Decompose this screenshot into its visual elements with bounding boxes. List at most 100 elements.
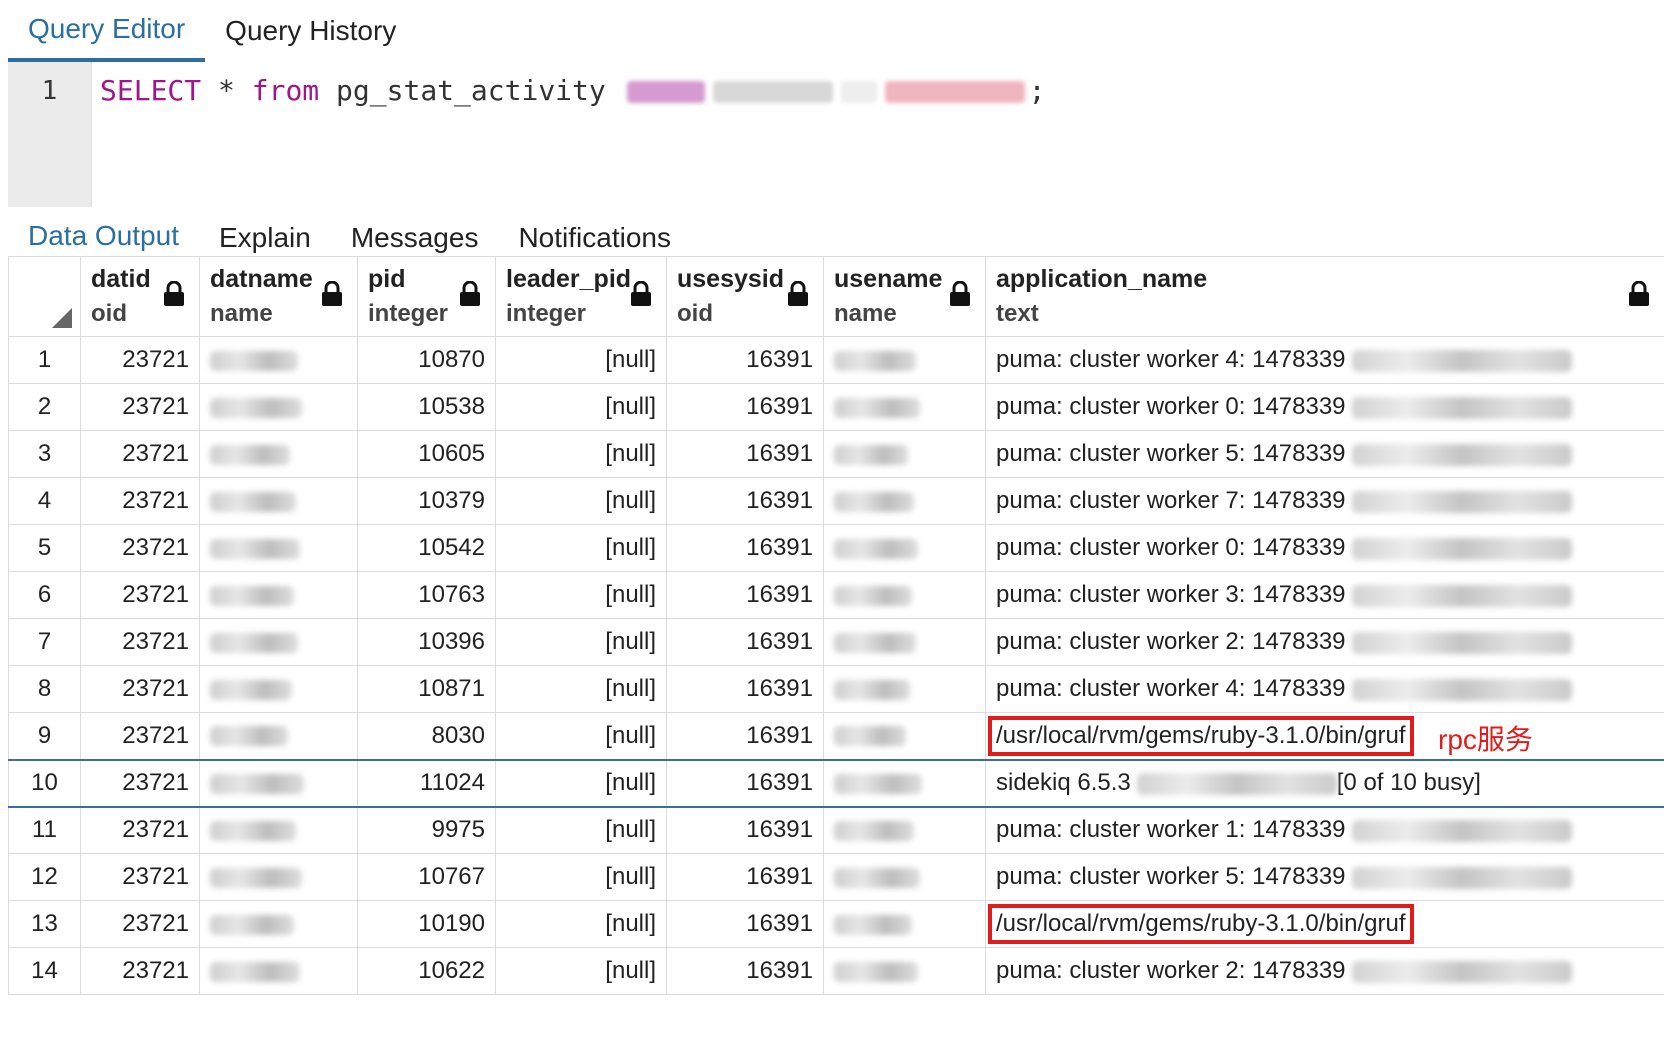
cell-usesysid[interactable]: 16391 (666, 665, 824, 713)
column-header-datname[interactable]: datname name (199, 256, 358, 337)
cell-leader-pid[interactable]: [null] (495, 430, 667, 478)
table-row[interactable]: 14 23721 10622 [null] 16391 puma: cluster wor… (8, 947, 1664, 995)
cell-leader-pid[interactable]: [null] (495, 665, 667, 713)
cell-usename[interactable] (823, 477, 986, 525)
cell-usesysid[interactable]: 16391 (666, 477, 824, 525)
cell-application[interactable]: puma: cluster worker 3: 1478339 (985, 571, 1664, 619)
table-row[interactable]: 5 23721 10542 [null] 16391 puma: cluster work… (8, 524, 1664, 572)
cell-datname[interactable] (199, 806, 358, 854)
cell-leader-pid[interactable]: [null] (495, 947, 667, 995)
column-header-pid[interactable]: pid integer (357, 256, 496, 337)
cell-datid[interactable]: 23721 (80, 477, 200, 525)
cell-pid[interactable]: 11024 (357, 758, 496, 808)
table-row[interactable]: 9 23721 8030 [null] 16391/usr/local/rvm/gems… (8, 712, 1664, 760)
cell-pid[interactable]: 10763 (357, 571, 496, 619)
row-number[interactable]: 8 (8, 665, 81, 713)
cell-leader-pid[interactable]: [null] (495, 336, 667, 384)
cell-application[interactable]: /usr/local/rvm/gems/ruby-3.1.0/bin/gruf (985, 900, 1664, 948)
cell-datid[interactable]: 23721 (80, 900, 200, 948)
cell-datname[interactable] (199, 758, 358, 808)
cell-pid[interactable]: 8030 (357, 712, 496, 760)
row-number[interactable]: 3 (8, 430, 81, 478)
cell-usesysid[interactable]: 16391 (666, 947, 824, 995)
cell-usename[interactable] (823, 430, 986, 478)
cell-application[interactable]: puma: cluster worker 2: 1478339 (985, 618, 1664, 666)
cell-usename[interactable] (823, 336, 986, 384)
cell-datid[interactable]: 23721 (80, 383, 200, 431)
cell-pid[interactable]: 10542 (357, 524, 496, 572)
cell-datid[interactable]: 23721 (80, 947, 200, 995)
column-header-datid[interactable]: datid oid (80, 256, 200, 337)
cell-pid[interactable]: 10870 (357, 336, 496, 384)
table-row[interactable]: 7 23721 10396 [null] 16391 puma: cluster work… (8, 618, 1664, 666)
row-number[interactable]: 11 (8, 806, 81, 854)
cell-usename[interactable] (823, 806, 986, 854)
cell-datname[interactable] (199, 900, 358, 948)
table-row[interactable]: 6 23721 10763 [null] 16391 puma: cluster work… (8, 571, 1664, 619)
cell-datid[interactable]: 23721 (80, 430, 200, 478)
row-number[interactable]: 2 (8, 383, 81, 431)
cell-application[interactable]: puma: cluster worker 4: 1478339 (985, 665, 1664, 713)
cell-pid[interactable]: 10190 (357, 900, 496, 948)
cell-usename[interactable] (823, 524, 986, 572)
cell-leader-pid[interactable]: [null] (495, 853, 667, 901)
cell-leader-pid[interactable]: [null] (495, 712, 667, 760)
cell-datname[interactable] (199, 477, 358, 525)
cell-pid[interactable]: 10767 (357, 853, 496, 901)
table-row[interactable]: 8 23721 10871 [null] 16391 puma: cluster work… (8, 665, 1664, 713)
cell-usename[interactable] (823, 853, 986, 901)
cell-datid[interactable]: 23721 (80, 571, 200, 619)
cell-usesysid[interactable]: 16391 (666, 758, 824, 808)
cell-datname[interactable] (199, 430, 358, 478)
cell-usesysid[interactable]: 16391 (666, 712, 824, 760)
cell-usename[interactable] (823, 665, 986, 713)
table-row[interactable]: 13 23721 10190 [null] 16391/usr/local/rvm/ge… (8, 900, 1664, 948)
cell-usesysid[interactable]: 16391 (666, 900, 824, 948)
cell-leader-pid[interactable]: [null] (495, 383, 667, 431)
cell-datid[interactable]: 23721 (80, 853, 200, 901)
sql-editor[interactable]: 1 SELECT * from pg_stat_activity ; (8, 62, 1664, 208)
cell-usesysid[interactable]: 16391 (666, 524, 824, 572)
table-row[interactable]: 1 23721 10870 [null] 16391 puma: cluster work… (8, 336, 1664, 384)
cell-leader-pid[interactable]: [null] (495, 524, 667, 572)
row-number[interactable]: 10 (8, 758, 81, 808)
cell-application[interactable]: puma: cluster worker 0: 1478339 (985, 524, 1664, 572)
cell-usesysid[interactable]: 16391 (666, 571, 824, 619)
cell-datname[interactable] (199, 383, 358, 431)
cell-datid[interactable]: 23721 (80, 524, 200, 572)
cell-usesysid[interactable]: 16391 (666, 383, 824, 431)
row-number[interactable]: 4 (8, 477, 81, 525)
cell-application[interactable]: puma: cluster worker 1: 1478339 (985, 806, 1664, 854)
row-number[interactable]: 12 (8, 853, 81, 901)
cell-usename[interactable] (823, 712, 986, 760)
cell-usename[interactable] (823, 618, 986, 666)
select-all-corner[interactable] (8, 256, 81, 337)
cell-datname[interactable] (199, 618, 358, 666)
cell-usesysid[interactable]: 16391 (666, 336, 824, 384)
cell-usename[interactable] (823, 947, 986, 995)
cell-datid[interactable]: 23721 (80, 712, 200, 760)
cell-leader-pid[interactable]: [null] (495, 806, 667, 854)
cell-leader-pid[interactable]: [null] (495, 758, 667, 808)
table-row[interactable]: 12 23721 10767 [null] 16391 puma: cluster wor… (8, 853, 1664, 901)
cell-application[interactable]: puma: cluster worker 4: 1478339 (985, 336, 1664, 384)
cell-datid[interactable]: 23721 (80, 758, 200, 808)
table-row[interactable]: 3 23721 10605 [null] 16391 puma: cluster work… (8, 430, 1664, 478)
row-number[interactable]: 7 (8, 618, 81, 666)
cell-datname[interactable] (199, 336, 358, 384)
cell-usesysid[interactable]: 16391 (666, 853, 824, 901)
table-row[interactable]: 11 23721 9975 [null] 16391 puma: cluster work… (8, 806, 1664, 854)
column-header-application-name[interactable]: application_name text (985, 256, 1664, 337)
cell-leader-pid[interactable]: [null] (495, 571, 667, 619)
tab-query-editor[interactable]: Query Editor (8, 0, 206, 62)
column-header-leader-pid[interactable]: leader_pid integer (495, 256, 667, 337)
cell-datname[interactable] (199, 524, 358, 572)
row-number[interactable]: 6 (8, 571, 81, 619)
table-row[interactable]: 10 23721 11024 [null] 16391 sidekiq 6.5.3 [0 o… (8, 758, 1664, 808)
cell-datname[interactable] (199, 712, 358, 760)
cell-application[interactable]: puma: cluster worker 7: 1478339 (985, 477, 1664, 525)
cell-application[interactable]: puma: cluster worker 5: 1478339 (985, 853, 1664, 901)
cell-usename[interactable] (823, 758, 986, 808)
cell-usename[interactable] (823, 571, 986, 619)
cell-pid[interactable]: 10605 (357, 430, 496, 478)
